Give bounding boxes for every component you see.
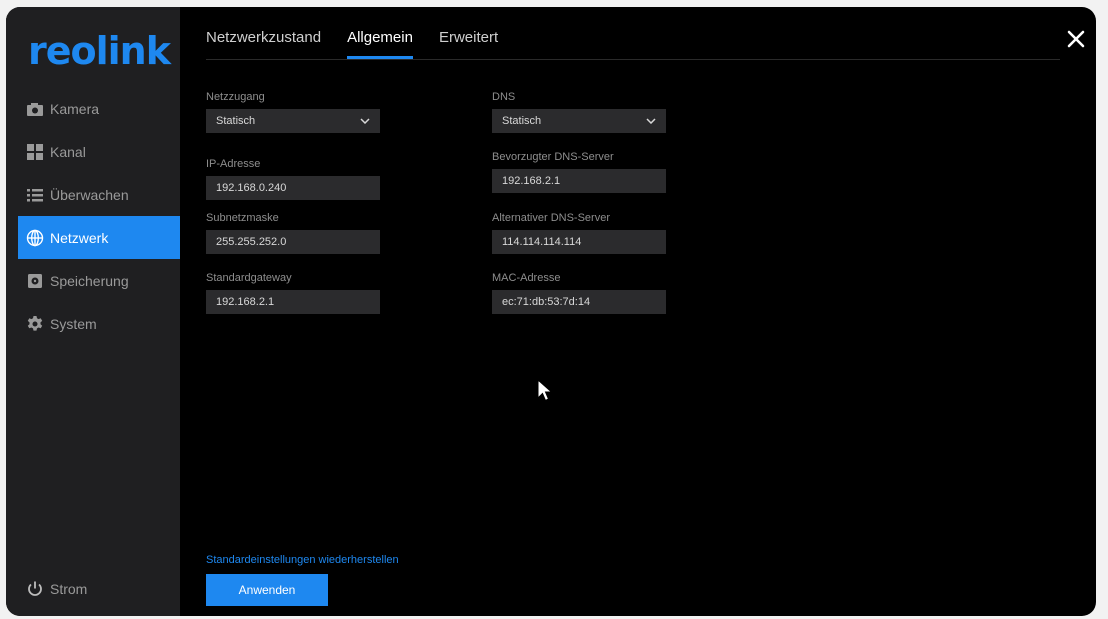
ip-address-field: IP-Adresse 192.168.0.240 bbox=[206, 158, 380, 200]
network-access-field: Netzzugang Statisch bbox=[206, 91, 380, 133]
camera-icon bbox=[26, 100, 44, 118]
tab-bar: Netzwerkzustand Allgemein Erweitert bbox=[206, 7, 1060, 60]
subnet-mask-field: Subnetzmaske 255.255.252.0 bbox=[206, 212, 380, 254]
sidebar: reolink Kamera Kanal Überwachen Netzwerk… bbox=[6, 7, 180, 616]
sidebar-item-speicherung[interactable]: Speicherung bbox=[6, 259, 180, 302]
alternative-dns-label: Alternativer DNS-Server bbox=[492, 212, 610, 224]
subnet-mask-label: Subnetzmaske bbox=[206, 212, 279, 224]
network-access-label: Netzzugang bbox=[206, 91, 265, 103]
storage-icon bbox=[26, 272, 44, 290]
apply-button[interactable]: Anwenden bbox=[206, 574, 328, 606]
gateway-input[interactable]: 192.168.2.1 bbox=[206, 290, 380, 314]
dns-select[interactable]: Statisch bbox=[492, 109, 666, 133]
dns-field: DNS Statisch bbox=[492, 91, 666, 133]
sidebar-item-system[interactable]: System bbox=[6, 302, 180, 345]
sidebar-item-label: Kanal bbox=[50, 143, 86, 160]
settings-window: reolink Kamera Kanal Überwachen Netzwerk… bbox=[6, 7, 1096, 616]
gateway-label: Standardgateway bbox=[206, 272, 292, 284]
chevron-down-icon bbox=[360, 115, 370, 127]
mac-address-value: ec:71:db:53:7d:14 bbox=[502, 296, 591, 308]
sidebar-item-label: Kamera bbox=[50, 100, 100, 117]
close-icon[interactable] bbox=[1064, 27, 1088, 51]
sidebar-item-kamera[interactable]: Kamera bbox=[6, 87, 180, 130]
sidebar-item-label: System bbox=[50, 315, 97, 332]
mac-address-label: MAC-Adresse bbox=[492, 272, 561, 284]
grid-icon bbox=[26, 143, 44, 161]
sidebar-item-label: Überwachen bbox=[50, 186, 129, 203]
preferred-dns-field: Bevorzugter DNS-Server 192.168.2.1 bbox=[492, 151, 666, 193]
sidebar-item-netzwerk[interactable]: Netzwerk bbox=[18, 216, 180, 259]
tab-netzwerkzustand[interactable]: Netzwerkzustand bbox=[206, 29, 321, 59]
gateway-field: Standardgateway 192.168.2.1 bbox=[206, 272, 380, 314]
main-panel: Netzwerkzustand Allgemein Erweitert Netz… bbox=[180, 7, 1096, 616]
preferred-dns-input[interactable]: 192.168.2.1 bbox=[492, 169, 666, 193]
list-icon bbox=[26, 186, 44, 204]
network-access-select[interactable]: Statisch bbox=[206, 109, 380, 133]
ip-address-label: IP-Adresse bbox=[206, 158, 261, 170]
power-button[interactable]: Strom bbox=[26, 580, 87, 598]
sidebar-item-label: Netzwerk bbox=[50, 229, 109, 246]
sidebar-item-label: Speicherung bbox=[50, 272, 129, 289]
preferred-dns-value: 192.168.2.1 bbox=[502, 175, 561, 187]
dns-value: Statisch bbox=[502, 115, 542, 127]
dns-label: DNS bbox=[492, 91, 516, 103]
network-access-value: Statisch bbox=[216, 115, 256, 127]
preferred-dns-label: Bevorzugter DNS-Server bbox=[492, 151, 614, 163]
tab-allgemein[interactable]: Allgemein bbox=[347, 29, 413, 59]
ip-address-value: 192.168.0.240 bbox=[216, 182, 287, 194]
alternative-dns-value: 114.114.114.114 bbox=[502, 236, 582, 248]
gateway-value: 192.168.2.1 bbox=[216, 296, 275, 308]
globe-icon bbox=[26, 229, 44, 247]
tab-erweitert[interactable]: Erweitert bbox=[439, 29, 498, 59]
ip-address-input[interactable]: 192.168.0.240 bbox=[206, 176, 380, 200]
restore-defaults-link[interactable]: Standardeinstellungen wiederherstellen bbox=[206, 554, 399, 566]
mac-address-value-box: ec:71:db:53:7d:14 bbox=[492, 290, 666, 314]
mouse-pointer-icon bbox=[537, 378, 553, 408]
sidebar-item-ueberwachen[interactable]: Überwachen bbox=[6, 173, 180, 216]
gear-icon bbox=[26, 315, 44, 333]
subnet-mask-input[interactable]: 255.255.252.0 bbox=[206, 230, 380, 254]
sidebar-item-kanal[interactable]: Kanal bbox=[6, 130, 180, 173]
reolink-logo: reolink bbox=[28, 29, 171, 73]
subnet-mask-value: 255.255.252.0 bbox=[216, 236, 287, 248]
mac-address-field: MAC-Adresse ec:71:db:53:7d:14 bbox=[492, 272, 666, 314]
alternative-dns-input[interactable]: 114.114.114.114 bbox=[492, 230, 666, 254]
power-icon bbox=[26, 580, 44, 598]
sidebar-nav: Kamera Kanal Überwachen Netzwerk Speiche… bbox=[6, 87, 180, 345]
chevron-down-icon bbox=[646, 115, 656, 127]
alternative-dns-field: Alternativer DNS-Server 114.114.114.114 bbox=[492, 212, 666, 254]
power-label: Strom bbox=[50, 581, 88, 597]
